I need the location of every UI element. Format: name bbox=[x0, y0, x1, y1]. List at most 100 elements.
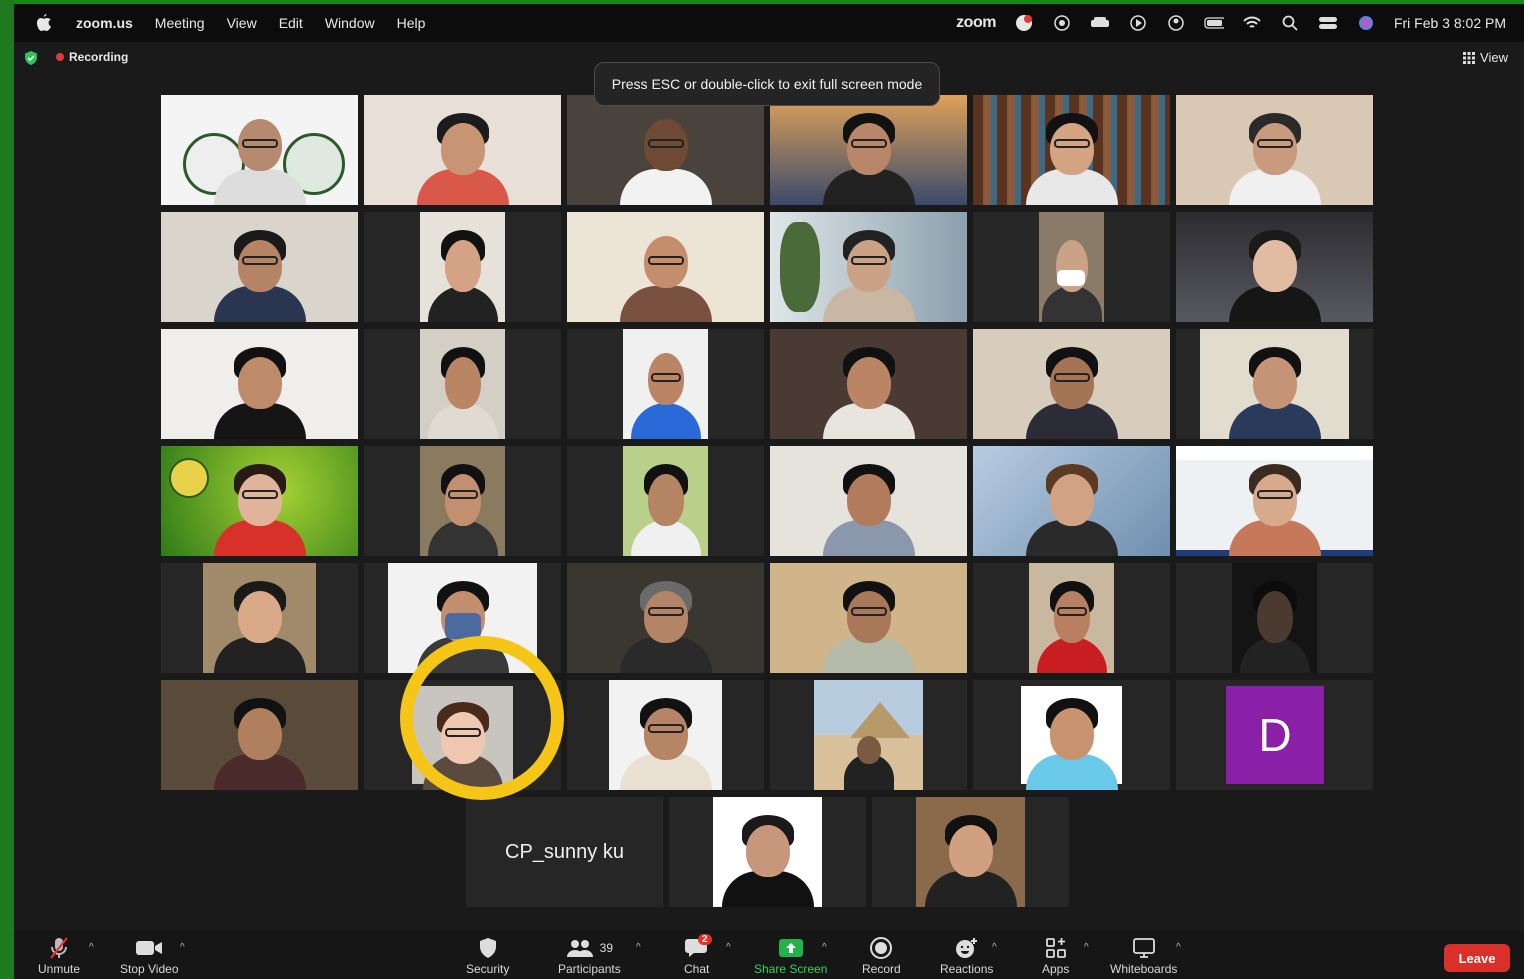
participant-tile[interactable] bbox=[567, 329, 764, 439]
participant-tile[interactable] bbox=[770, 680, 967, 790]
participant-tile[interactable] bbox=[364, 329, 561, 439]
participant-tile[interactable] bbox=[161, 446, 358, 556]
participant-tile[interactable] bbox=[973, 212, 1170, 322]
menu-edit[interactable]: Edit bbox=[279, 15, 303, 31]
participant-name: CP_sunny ku bbox=[505, 840, 624, 863]
menu-meeting[interactable]: Meeting bbox=[155, 15, 205, 31]
participant-tile[interactable] bbox=[364, 446, 561, 556]
airdrop-icon[interactable] bbox=[1052, 13, 1072, 33]
app-menu[interactable]: zoom.us bbox=[76, 15, 133, 31]
record-button[interactable]: Record bbox=[862, 934, 901, 976]
view-button[interactable]: View bbox=[1463, 50, 1508, 65]
participant-tile[interactable] bbox=[567, 680, 764, 790]
whiteboards-options-caret[interactable]: ^ bbox=[1176, 942, 1181, 953]
participant-tile[interactable] bbox=[161, 329, 358, 439]
chat-button[interactable]: 2 Chat bbox=[684, 934, 712, 976]
participant-tile-active-speaker[interactable] bbox=[770, 329, 967, 439]
participant-tile[interactable] bbox=[1176, 329, 1373, 439]
participant-tile[interactable] bbox=[567, 563, 764, 673]
search-icon[interactable] bbox=[1280, 13, 1300, 33]
share-screen-icon bbox=[778, 934, 804, 962]
participant-tile[interactable] bbox=[973, 95, 1170, 205]
battery-icon[interactable] bbox=[1204, 13, 1224, 33]
participant-tile[interactable] bbox=[770, 95, 967, 205]
participant-tile[interactable] bbox=[567, 95, 764, 205]
menubar-clock[interactable]: Fri Feb 3 8:02 PM bbox=[1394, 15, 1506, 31]
participants-label: Participants bbox=[558, 962, 621, 976]
participant-tile[interactable] bbox=[567, 446, 764, 556]
reactions-label: Reactions bbox=[940, 962, 994, 976]
share-screen-label: Share Screen bbox=[754, 962, 828, 976]
participant-tile[interactable] bbox=[770, 212, 967, 322]
participant-tile[interactable] bbox=[161, 680, 358, 790]
whiteboards-button[interactable]: Whiteboards bbox=[1110, 934, 1177, 976]
participant-tile[interactable] bbox=[364, 212, 561, 322]
grid-view-icon bbox=[1463, 51, 1476, 64]
participant-tile[interactable] bbox=[1176, 212, 1373, 322]
zoom-meeting-status-icon[interactable] bbox=[1014, 13, 1034, 33]
smiley-plus-icon bbox=[955, 934, 979, 962]
recording-dot-icon bbox=[56, 53, 64, 61]
apps-button[interactable]: Apps bbox=[1042, 934, 1069, 976]
security-label: Security bbox=[466, 962, 510, 976]
wifi-icon[interactable] bbox=[1242, 13, 1262, 33]
siri-icon[interactable] bbox=[1356, 13, 1376, 33]
encryption-shield-icon[interactable] bbox=[24, 51, 38, 65]
participants-options-caret[interactable]: ^ bbox=[636, 942, 641, 953]
apps-icon bbox=[1045, 934, 1067, 962]
chat-options-caret[interactable]: ^ bbox=[726, 942, 731, 953]
fullscreen-toast: Press ESC or double-click to exit full s… bbox=[594, 62, 940, 106]
share-screen-button[interactable]: Share Screen bbox=[754, 934, 827, 976]
participant-tile[interactable] bbox=[973, 680, 1170, 790]
video-options-caret[interactable]: ^ bbox=[180, 942, 185, 953]
participant-tile[interactable] bbox=[770, 563, 967, 673]
participant-tile-name-only[interactable]: CP_sunny ku bbox=[466, 797, 663, 907]
participant-tile[interactable] bbox=[364, 95, 561, 205]
stop-video-button[interactable]: Stop Video bbox=[120, 934, 179, 976]
participant-tile-initial[interactable]: D bbox=[1176, 680, 1373, 790]
apps-options-caret[interactable]: ^ bbox=[1084, 942, 1089, 953]
control-center-icon[interactable] bbox=[1318, 13, 1338, 33]
leave-button[interactable]: Leave bbox=[1444, 944, 1510, 972]
menu-window[interactable]: Window bbox=[325, 15, 375, 31]
menu-help[interactable]: Help bbox=[397, 15, 426, 31]
participant-tile[interactable] bbox=[1176, 446, 1373, 556]
chat-label: Chat bbox=[684, 962, 710, 976]
participant-tile[interactable] bbox=[1176, 563, 1373, 673]
record-icon bbox=[870, 934, 893, 962]
participant-tile[interactable] bbox=[161, 95, 358, 205]
participant-tile[interactable] bbox=[973, 446, 1170, 556]
user-account-icon[interactable] bbox=[1166, 13, 1186, 33]
audio-options-caret[interactable]: ^ bbox=[89, 942, 94, 953]
participant-tile[interactable] bbox=[567, 212, 764, 322]
share-options-caret[interactable]: ^ bbox=[822, 942, 827, 953]
zoom-status-logo[interactable]: zoom bbox=[956, 14, 996, 32]
participant-tile[interactable] bbox=[161, 212, 358, 322]
security-button[interactable]: Security bbox=[466, 934, 509, 976]
participants-button[interactable]: 39 Participants bbox=[558, 934, 621, 976]
participant-tile[interactable] bbox=[973, 563, 1170, 673]
microphone-muted-icon bbox=[47, 934, 71, 962]
participant-tile[interactable] bbox=[872, 797, 1069, 907]
participants-icon: 39 bbox=[566, 934, 613, 962]
participant-tile[interactable] bbox=[973, 329, 1170, 439]
participant-tile[interactable] bbox=[1176, 95, 1373, 205]
meeting-toolbar: Unmute ^ Stop Video ^ Security 39 Partic… bbox=[14, 930, 1524, 979]
participant-tile[interactable] bbox=[770, 446, 967, 556]
participant-tile[interactable] bbox=[669, 797, 866, 907]
apple-icon[interactable] bbox=[34, 13, 54, 33]
participant-initial-avatar: D bbox=[1226, 686, 1324, 784]
recording-indicator[interactable]: Recording bbox=[56, 50, 128, 64]
unmute-button[interactable]: Unmute bbox=[38, 934, 80, 976]
video-camera-icon bbox=[135, 934, 163, 962]
menu-view[interactable]: View bbox=[227, 15, 257, 31]
reactions-button[interactable]: Reactions bbox=[940, 934, 993, 976]
whiteboard-icon bbox=[1132, 934, 1156, 962]
participant-tile[interactable] bbox=[161, 563, 358, 673]
view-label: View bbox=[1480, 50, 1508, 65]
car-icon[interactable] bbox=[1090, 13, 1110, 33]
apps-label: Apps bbox=[1042, 962, 1070, 976]
play-icon[interactable] bbox=[1128, 13, 1148, 33]
record-label: Record bbox=[862, 962, 901, 976]
reactions-options-caret[interactable]: ^ bbox=[992, 942, 997, 953]
